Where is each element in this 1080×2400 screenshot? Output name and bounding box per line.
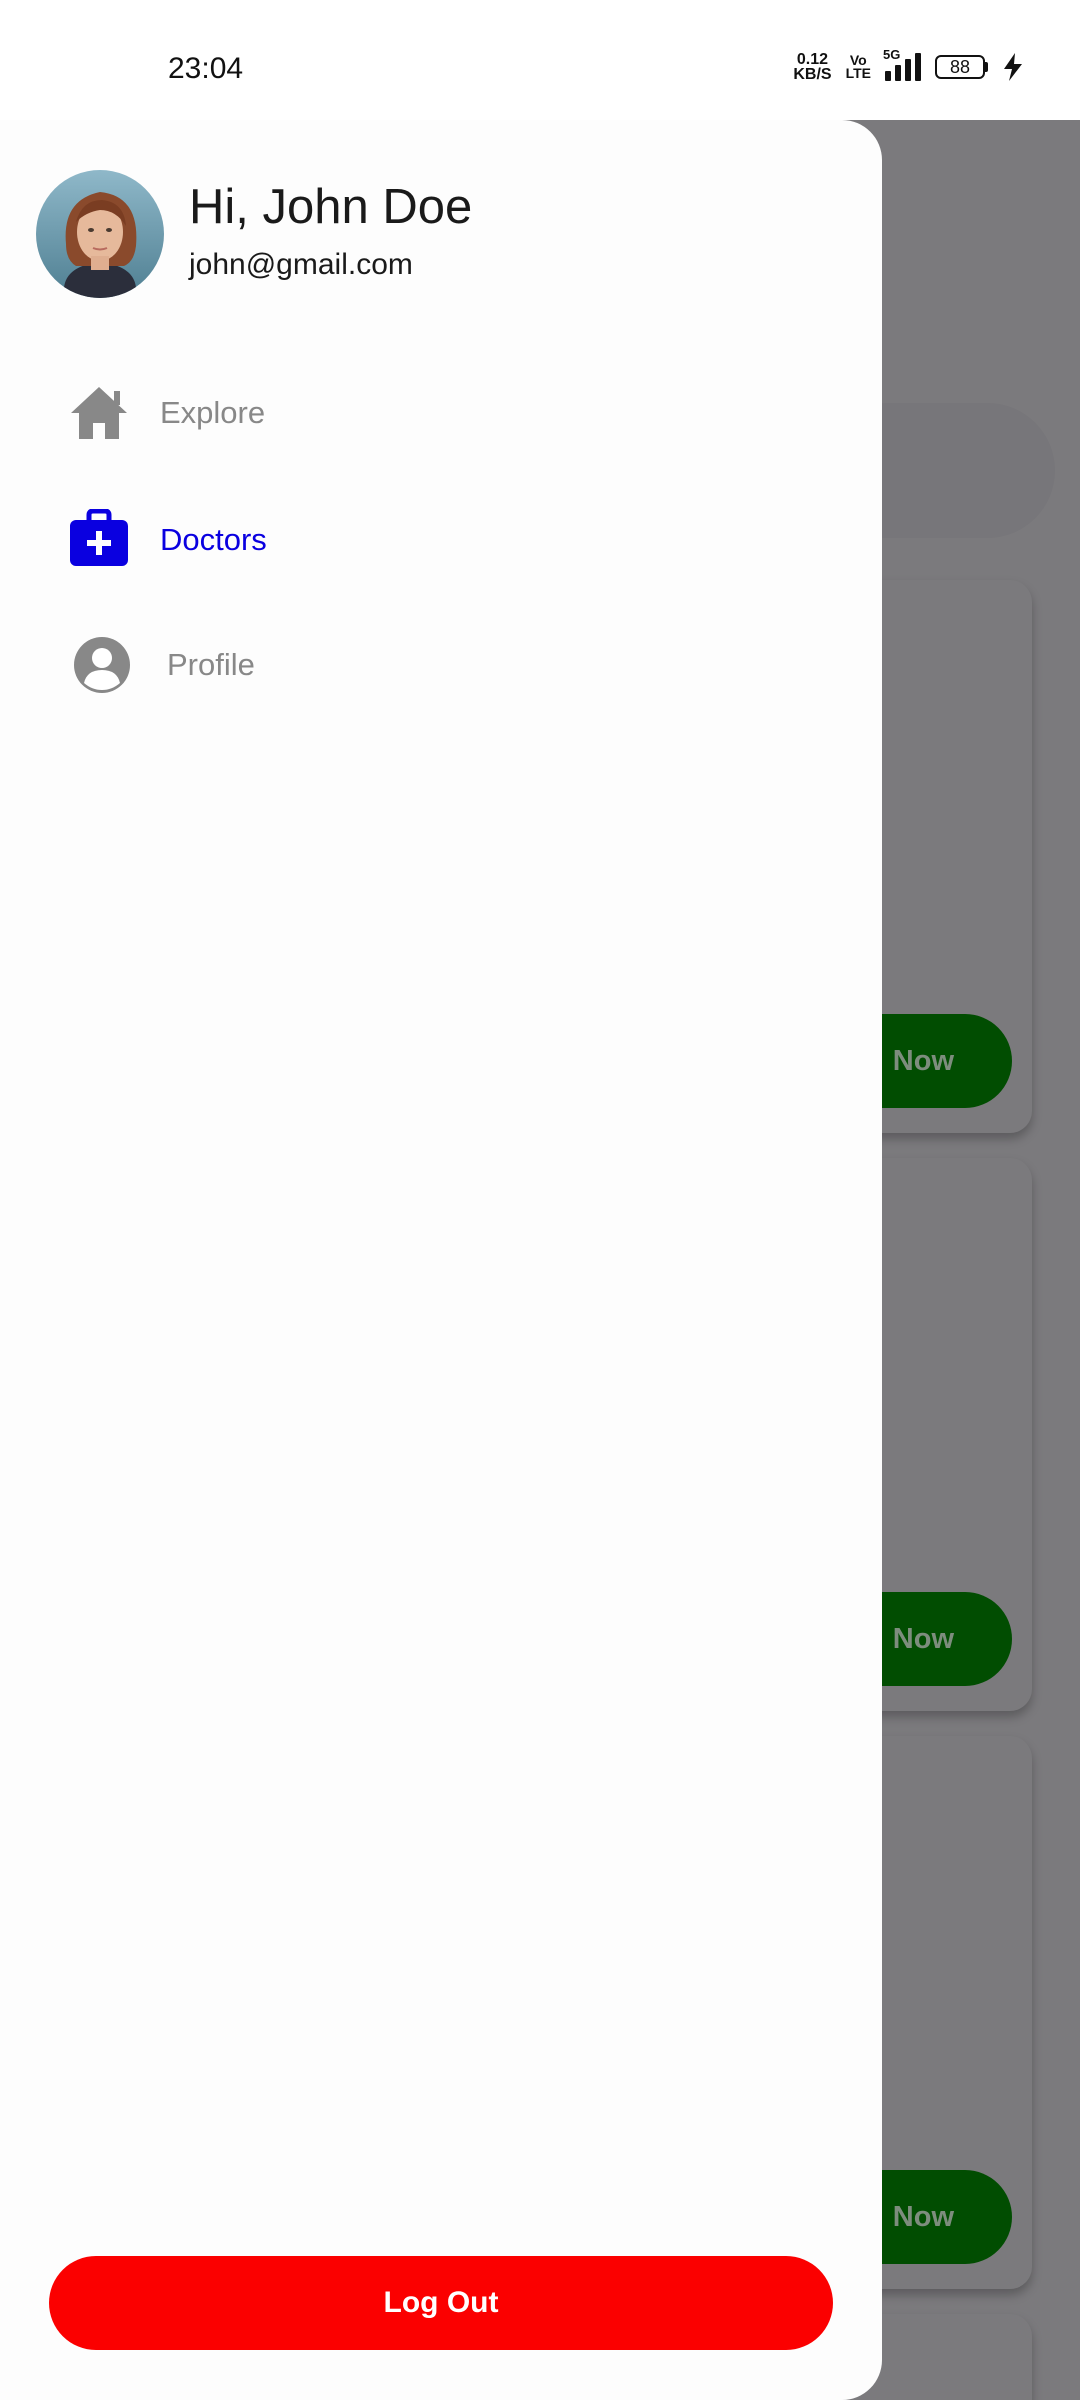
volte-icon: Vo LTE (845, 52, 871, 81)
drawer-item-doctors[interactable]: Doctors (0, 490, 882, 590)
charging-icon (1004, 53, 1022, 81)
avatar[interactable] (36, 170, 164, 298)
drawer-item-profile[interactable]: Profile (0, 615, 882, 715)
account-circle-icon (74, 637, 130, 693)
drawer-item-label: Profile (167, 647, 255, 682)
drawer-item-label: Doctors (160, 522, 267, 557)
status-bar: 23:04 0.12 KB/S Vo LTE 5G 88 (0, 0, 1080, 120)
status-icons: 0.12 KB/S Vo LTE 5G 88 (793, 47, 1024, 83)
status-time: 23:04 (168, 52, 244, 85)
medical-bag-icon (70, 509, 128, 566)
drawer-item-explore[interactable]: Explore (0, 363, 882, 463)
home-icon (71, 387, 127, 439)
logout-button[interactable]: Log Out (49, 2256, 833, 2350)
user-email: john@gmail.com (189, 248, 413, 281)
avatar-image (36, 170, 164, 298)
navigation-drawer: Hi, John Doe john@gmail.com Explore Doct… (0, 120, 882, 2400)
user-greeting: Hi, John Doe (189, 180, 473, 234)
signal-icon: 5G (883, 47, 921, 81)
network-speed: 0.12 KB/S (793, 51, 832, 83)
drawer-item-label: Explore (160, 395, 266, 430)
battery-icon: 88 (935, 55, 988, 79)
